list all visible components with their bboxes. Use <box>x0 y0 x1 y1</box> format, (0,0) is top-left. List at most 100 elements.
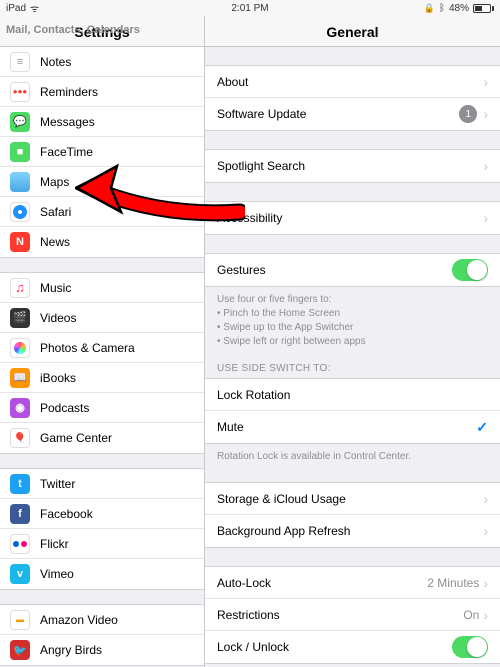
sidebar-item-label: Game Center <box>40 431 112 445</box>
sidebar-item-safari[interactable]: Safari <box>0 197 204 227</box>
sidebar-item-label: Safari <box>40 205 71 219</box>
restrictions-value: On <box>463 608 479 622</box>
gestures-toggle[interactable] <box>452 259 488 281</box>
row-gestures[interactable]: Gestures <box>205 254 500 286</box>
chevron-right-icon: › <box>483 491 488 507</box>
amazon-icon: ▬ <box>10 610 30 630</box>
row-label: Auto-Lock <box>217 576 427 590</box>
section-accessibility: Accessibility› <box>205 201 500 235</box>
sidebar-item-label: FaceTime <box>40 145 93 159</box>
row-label: Storage & iCloud Usage <box>217 492 483 506</box>
sidebar-item-flickr[interactable]: Flickr <box>0 529 204 559</box>
row-lock-rotation[interactable]: Lock Rotation <box>205 379 500 411</box>
sidebar-item-angrybirds[interactable]: 🐦Angry Birds <box>0 635 204 665</box>
row-lock-unlock[interactable]: Lock / Unlock <box>205 631 500 663</box>
status-bar: iPad ᯤ 2:01 PM 🔒 ᛒ 48% <box>0 0 500 16</box>
sidebar-group-2: ♫Music 🎬 Videos Photos & Camera 📖 iBooks ◉… <box>0 272 204 454</box>
sidebar-item-label: Reminders <box>40 85 98 99</box>
sidebar-item-label: Flickr <box>40 537 69 551</box>
row-about[interactable]: About› <box>205 66 500 98</box>
sidebar-item-label: Amazon Video <box>40 613 118 627</box>
sidebar-item-label: Twitter <box>40 477 75 491</box>
facebook-icon: f <box>10 504 30 524</box>
battery-icon <box>473 4 494 13</box>
sidebar-item-facetime[interactable]: ■ FaceTime <box>0 137 204 167</box>
chevron-right-icon: › <box>483 210 488 226</box>
sidebar-item-photos[interactable]: Photos & Camera <box>0 333 204 363</box>
detail-title: General <box>205 16 500 47</box>
sidebar-item-facebook[interactable]: f Facebook <box>0 499 204 529</box>
row-label: Restrictions <box>217 608 463 622</box>
sidebar-item-label: Facebook <box>40 507 93 521</box>
sidebar-item-label: Photos & Camera <box>40 341 135 355</box>
lock-unlock-toggle[interactable] <box>452 636 488 658</box>
row-label: Mute <box>217 420 476 434</box>
section-lock: Auto-Lock2 Minutes› RestrictionsOn › Lock… <box>205 566 500 664</box>
maps-icon <box>10 172 30 192</box>
row-restrictions[interactable]: RestrictionsOn › <box>205 599 500 631</box>
sidebar-item-label: Messages <box>40 115 95 129</box>
section-spotlight: Spotlight Search› <box>205 149 500 183</box>
angrybirds-icon: 🐦 <box>10 640 30 660</box>
clock: 2:01 PM <box>231 3 268 14</box>
sidebar-item-twitter[interactable]: tTwitter <box>0 469 204 499</box>
sidebar-item-notes[interactable]: ≡Notes <box>0 47 204 77</box>
sidebar-item-messages[interactable]: 💬Messages <box>0 107 204 137</box>
section-side-switch: Lock Rotation Mute✓ <box>205 378 500 444</box>
sidebar-item-label: Vimeo <box>40 567 74 581</box>
row-bg-refresh[interactable]: Background App Refresh› <box>205 515 500 547</box>
row-spotlight[interactable]: Spotlight Search› <box>205 150 500 182</box>
sidebar-item-reminders[interactable]: ●●● Reminders <box>0 77 204 107</box>
sidebar-group-4: ▬ Amazon Video 🐦Angry Birds <box>0 604 204 666</box>
sidebar-item-label: Podcasts <box>40 401 89 415</box>
carrier-label: iPad <box>6 3 26 14</box>
podcasts-icon: ◉ <box>10 398 30 418</box>
update-badge: 1 <box>459 105 477 123</box>
chevron-right-icon: › <box>483 74 488 90</box>
vimeo-icon: v <box>10 564 30 584</box>
music-icon: ♫ <box>10 278 30 298</box>
sidebar-group-3: tTwitter f Facebook Flickr v Vimeo <box>0 468 204 590</box>
notes-icon: ≡ <box>10 52 30 72</box>
sidebar-item-amazon[interactable]: ▬ Amazon Video <box>0 605 204 635</box>
chevron-right-icon: › <box>483 158 488 174</box>
sidebar-item-label: Videos <box>40 311 76 325</box>
sidebar-item-label: Maps <box>40 175 69 189</box>
row-mute[interactable]: Mute✓ <box>205 411 500 443</box>
sidebar-item-label: News <box>40 235 70 249</box>
sidebar-item-ibooks[interactable]: 📖 iBooks <box>0 363 204 393</box>
row-label: Spotlight Search <box>217 159 483 173</box>
row-software-update[interactable]: Software Update1› <box>205 98 500 130</box>
safari-icon <box>10 202 30 222</box>
row-label: Lock / Unlock <box>217 640 452 654</box>
chevron-right-icon: › <box>483 523 488 539</box>
side-switch-header: USE SIDE SWITCH TO: <box>205 349 500 378</box>
row-label: Gestures <box>217 263 452 277</box>
sidebar-item-news[interactable]: N News <box>0 227 204 257</box>
sidebar-item-label: iBooks <box>40 371 76 385</box>
section-about: About› Software Update1› <box>205 65 500 131</box>
row-label: Background App Refresh <box>217 524 483 538</box>
chevron-right-icon: › <box>483 106 488 122</box>
sidebar-item-podcasts[interactable]: ◉ Podcasts <box>0 393 204 423</box>
sidebar-group-1: ≡Notes ●●●Reminders 💬Messages ■FaceTime … <box>0 47 204 258</box>
gestures-hint: Use four or five fingers to: • Pinch to … <box>205 287 500 349</box>
row-label: About <box>217 75 483 89</box>
reminders-icon: ●●● <box>10 82 30 102</box>
news-icon: N <box>10 232 30 252</box>
sidebar-item-videos[interactable]: 🎬 Videos <box>0 303 204 333</box>
facetime-icon: ■ <box>10 142 30 162</box>
row-autolock[interactable]: Auto-Lock2 Minutes› <box>205 567 500 599</box>
sidebar-item-maps[interactable]: Maps <box>0 167 204 197</box>
sidebar-item-vimeo[interactable]: v Vimeo <box>0 559 204 589</box>
chevron-right-icon: › <box>483 607 488 623</box>
row-accessibility[interactable]: Accessibility› <box>205 202 500 234</box>
sidebar-item-music[interactable]: ♫Music <box>0 273 204 303</box>
sidebar-item-gamecenter[interactable]: 🎈Game Center <box>0 423 204 453</box>
row-storage[interactable]: Storage & iCloud Usage› <box>205 483 500 515</box>
sidebar-header: Mail, Contacts, Calendars Settings <box>0 16 204 47</box>
ibooks-icon: 📖 <box>10 368 30 388</box>
row-label: Accessibility <box>217 211 483 225</box>
wifi-icon: ᯤ <box>30 1 39 15</box>
videos-icon: 🎬 <box>10 308 30 328</box>
